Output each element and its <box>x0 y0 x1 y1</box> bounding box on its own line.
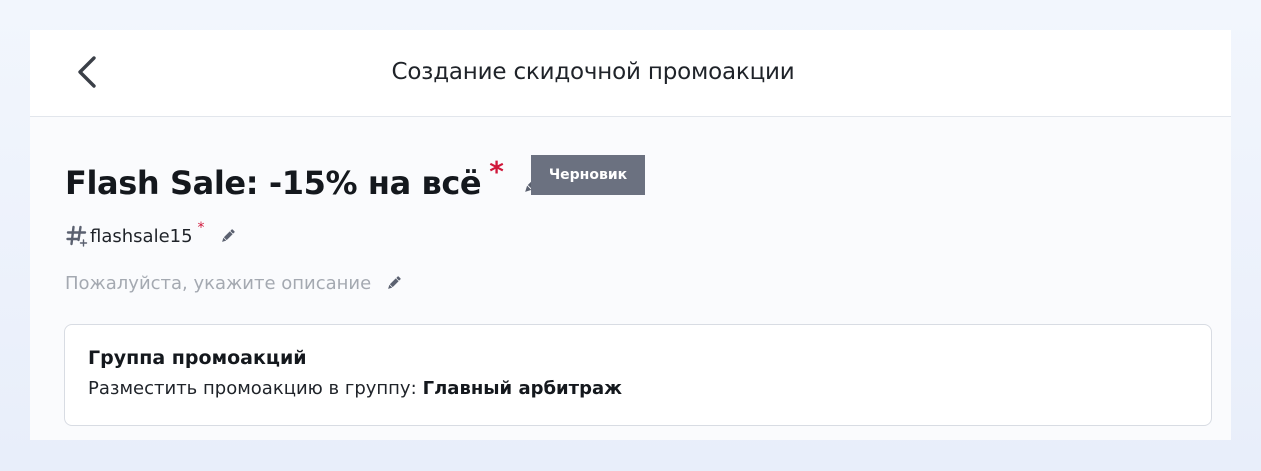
hashtag-icon <box>65 224 89 248</box>
promo-group-card: Группа промоакций Разместить промоакцию … <box>64 324 1212 426</box>
promo-name: Flash Sale: -15% на всё <box>65 164 482 202</box>
pencil-icon <box>388 276 401 289</box>
page-title: Создание скидочной промоакции <box>391 59 795 85</box>
description-placeholder: Пожалуйста, укажите описание <box>65 272 372 294</box>
required-marker: * <box>197 220 205 236</box>
group-assignment: Разместить промоакцию в группу: Главный а… <box>88 378 622 399</box>
status-badge: Черновик <box>531 155 645 195</box>
pencil-icon <box>221 229 235 242</box>
edit-code-button[interactable] <box>217 225 239 247</box>
promo-code-row: flashsale15 * <box>65 220 239 249</box>
required-marker: * <box>489 154 504 188</box>
description-row: Пожалуйста, укажите описание <box>65 270 405 296</box>
promo-code: flashsale15 <box>90 225 193 247</box>
edit-description-button[interactable] <box>383 272 405 294</box>
group-value: Главный арбитраж <box>422 378 623 399</box>
group-card-title: Группа промоакций <box>88 347 307 369</box>
page-header: Создание скидочной промоакции <box>30 30 1231 117</box>
promo-create-panel: Создание скидочной промоакции Flash Sale… <box>30 30 1231 440</box>
promo-name-row: Flash Sale: -15% на всё * <box>65 154 550 208</box>
group-label: Разместить промоакцию в группу: <box>88 378 417 399</box>
